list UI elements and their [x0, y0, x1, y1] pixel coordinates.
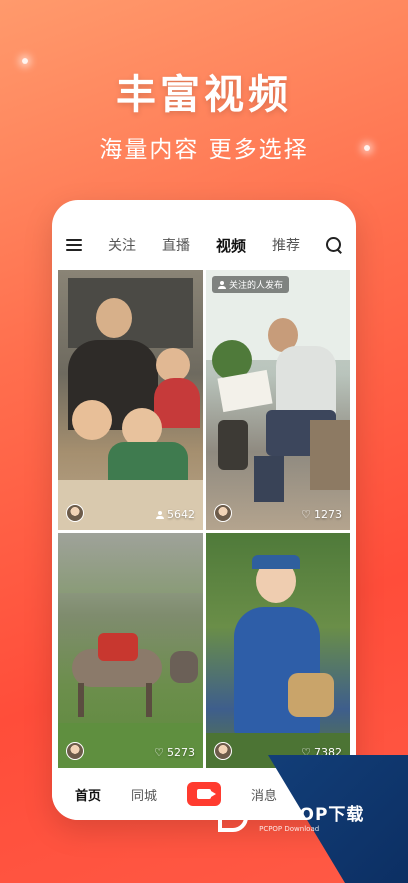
like-count: ♡ 1273 [301, 508, 342, 521]
watermark-logo: PCPOP下载 PCPOP Download [218, 800, 364, 833]
tab-live[interactable]: 直播 [162, 235, 190, 255]
top-navigation: 关注 直播 视频 推荐 [52, 200, 356, 270]
video-card[interactable]: ♡ 7382 [206, 533, 350, 768]
video-grid: 5642 关注的人发布 ♡ 1273 ♡ 5273 ♡ 7382 [58, 270, 350, 768]
tab-recommend[interactable]: 推荐 [272, 235, 300, 255]
view-count: 5642 [156, 508, 195, 521]
video-card[interactable]: 5642 [58, 270, 203, 530]
like-count-value: 1273 [314, 508, 342, 521]
video-thumbnail [58, 533, 203, 768]
person-icon [156, 510, 164, 519]
video-thumbnail [206, 270, 350, 530]
view-count-value: 5642 [167, 508, 195, 521]
logo-icon [218, 801, 248, 832]
watermark-tagline: PCPOP Download [259, 825, 320, 833]
avatar[interactable] [214, 504, 232, 522]
avatar[interactable] [66, 504, 84, 522]
nav-nearby[interactable]: 同城 [131, 785, 157, 804]
hero-subtitle: 海量内容 更多选择 [99, 137, 309, 163]
avatar[interactable] [66, 742, 84, 760]
video-thumbnail [58, 270, 203, 530]
tab-video[interactable]: 视频 [216, 235, 246, 256]
like-count: ♡ 5273 [154, 746, 195, 759]
avatar[interactable] [214, 742, 232, 760]
menu-icon[interactable] [66, 239, 82, 251]
heart-icon: ♡ [301, 508, 311, 521]
person-icon [218, 280, 226, 289]
search-icon[interactable] [325, 237, 342, 253]
video-thumbnail [206, 533, 350, 768]
watermark-brand: PCPOP下载 [259, 805, 365, 825]
like-count-value: 5273 [167, 746, 195, 759]
tab-following[interactable]: 关注 [108, 235, 136, 255]
heart-icon: ♡ [154, 746, 164, 759]
phone-mockup: 关注 直播 视频 推荐 5642 关注的人发布 ♡ 1273 ♡ 5273 ♡ … [52, 200, 356, 820]
record-button[interactable] [186, 782, 221, 806]
nav-home[interactable]: 首页 [75, 785, 101, 804]
hero-banner: 丰富视频 海量内容 更多选择 [0, 62, 408, 164]
badge-label: 关注的人发布 [229, 281, 284, 291]
following-badge: 关注的人发布 [212, 276, 290, 293]
hero-title: 丰富视频 [116, 72, 292, 118]
video-card[interactable]: ♡ 5273 [58, 533, 203, 768]
video-card[interactable]: 关注的人发布 ♡ 1273 [206, 270, 350, 530]
camera-icon [196, 789, 216, 799]
